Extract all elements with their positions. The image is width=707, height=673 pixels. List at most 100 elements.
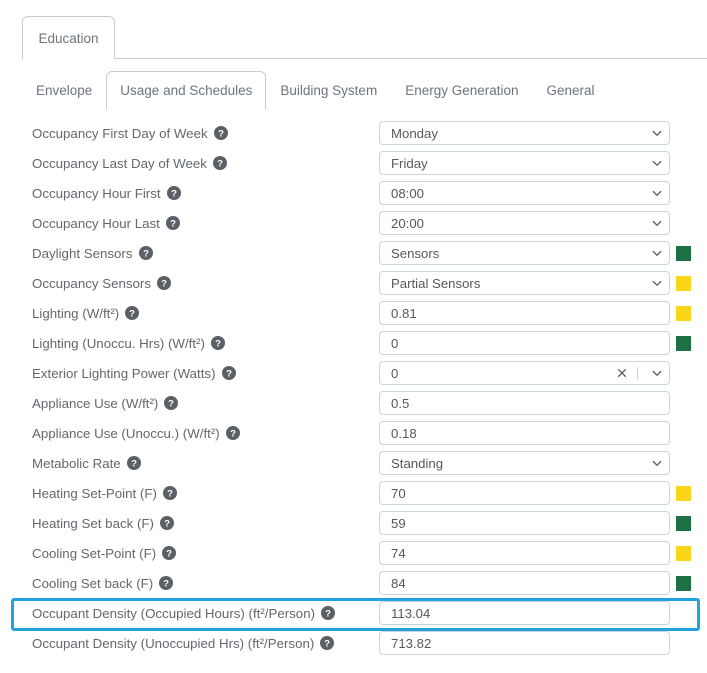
help-circle-icon[interactable]: ? — [159, 516, 174, 530]
field-value: 0.18 — [391, 425, 417, 441]
help-circle-icon[interactable]: ? — [157, 276, 171, 290]
help-circle-icon[interactable]: ? — [126, 456, 141, 470]
status-swatch-yellow — [676, 546, 691, 561]
svg-text:?: ? — [166, 549, 172, 560]
input-appliance-use-unoccu-w-ft2[interactable]: 0.18 — [379, 421, 670, 445]
input-lighting-w-ft2[interactable]: 0.81 — [379, 301, 670, 325]
chevron-down-icon[interactable] — [651, 157, 663, 169]
chevron-down-icon[interactable] — [651, 277, 663, 289]
svg-text:?: ? — [170, 219, 176, 230]
input-cooling-set-point-f[interactable]: 74 — [379, 541, 670, 565]
select-occupancy-first-day-of-week[interactable]: Monday — [379, 121, 670, 145]
input-heating-set-point-f[interactable]: 70 — [379, 481, 670, 505]
select-occupancy-hour-last[interactable]: 20:00 — [379, 211, 670, 235]
help-circle-icon[interactable]: ? — [125, 306, 140, 320]
inner-tab-building-system[interactable]: Building System — [266, 71, 391, 110]
select-occupancy-last-day-of-week[interactable]: Friday — [379, 151, 670, 175]
chevron-down-icon[interactable] — [651, 217, 663, 229]
label-occupancy-hour-last: Occupancy Hour Last? — [32, 208, 180, 238]
help-circle-icon[interactable]: ? — [138, 246, 153, 260]
chevron-down-icon[interactable] — [651, 457, 663, 469]
inner-tab-label: Usage and Schedules — [120, 83, 253, 98]
field-value: 20:00 — [391, 215, 425, 231]
svg-text:?: ? — [168, 399, 174, 410]
select-metabolic-rate[interactable]: Standing — [379, 451, 670, 475]
chevron-down-icon[interactable] — [651, 127, 663, 139]
svg-text:?: ? — [218, 129, 224, 140]
svg-text:?: ? — [217, 159, 223, 170]
input-occupant-density-occupied-hours-ft2-person[interactable]: 113.04 — [379, 601, 670, 625]
field-value: Friday — [391, 155, 428, 171]
label-text: Heating Set-Point (F) — [32, 485, 157, 501]
field-value: 113.04 — [391, 605, 431, 621]
input-appliance-use-w-ft2[interactable]: 0.5 — [379, 391, 670, 415]
help-circle-icon[interactable]: ? — [225, 426, 240, 440]
select-occupancy-hour-first[interactable]: 08:00 — [379, 181, 670, 205]
chevron-down-icon[interactable] — [651, 367, 663, 379]
label-cooling-set-back-f: Cooling Set back (F)? — [32, 568, 174, 598]
input-heating-set-back-f[interactable]: 59 — [379, 511, 670, 535]
help-circle-icon[interactable]: ? — [213, 126, 228, 140]
field-value: Partial Sensors — [391, 275, 481, 291]
inner-tab-strip: Envelope Usage and Schedules Building Syst… — [22, 71, 682, 110]
chevron-down-icon[interactable] — [651, 187, 663, 199]
close-x-icon[interactable] — [616, 367, 628, 379]
help-circle-icon[interactable]: ? — [164, 396, 179, 410]
label-occupancy-first-day-of-week: Occupancy First Day of Week? — [32, 118, 228, 148]
settings-form: Occupancy First Day of Week? Monday Occupa… — [0, 118, 707, 658]
svg-text:?: ? — [230, 429, 236, 440]
help-circle-icon[interactable]: ? — [221, 366, 236, 380]
label-text: Lighting (W/ft²) — [32, 305, 120, 321]
label-text: Occupancy First Day of Week — [32, 125, 208, 141]
help-circle-icon[interactable]: ? — [165, 216, 180, 230]
status-swatch-green — [676, 516, 691, 531]
field-value: 59 — [391, 515, 406, 531]
field-value: 0.81 — [391, 305, 417, 321]
form-row: Appliance Use (Unoccu.) (W/ft²)? 0.18 — [0, 418, 707, 448]
input-lighting-unoccu-hrs-w-ft2[interactable]: 0 — [379, 331, 670, 355]
field-value: Standing — [391, 455, 444, 471]
form-row: Lighting (Unoccu. Hrs) (W/ft²)? 0 — [0, 328, 707, 358]
inner-tab-label: Envelope — [36, 83, 93, 98]
input-cooling-set-back-f[interactable]: 84 — [379, 571, 670, 595]
tab-education[interactable]: Education — [22, 16, 115, 59]
form-row: Occupancy Last Day of Week? Friday — [0, 148, 707, 178]
form-row: Occupancy Hour First? 08:00 — [0, 178, 707, 208]
select-daylight-sensors[interactable]: Sensors — [379, 241, 670, 265]
help-circle-icon[interactable]: ? — [162, 546, 177, 560]
chevron-down-icon[interactable] — [651, 247, 663, 259]
tab-education-label: Education — [38, 30, 99, 46]
svg-text:?: ? — [163, 579, 169, 590]
label-daylight-sensors: Daylight Sensors? — [32, 238, 153, 268]
label-text: Lighting (Unoccu. Hrs) (W/ft²) — [32, 335, 205, 351]
inner-tab-usage-and-schedules[interactable]: Usage and Schedules — [106, 71, 267, 110]
help-circle-icon[interactable]: ? — [159, 576, 174, 590]
inner-tab-general[interactable]: General — [533, 71, 609, 110]
svg-text:?: ? — [131, 459, 137, 470]
inner-tab-energy-generation[interactable]: Energy Generation — [391, 71, 532, 110]
form-row: Metabolic Rate? Standing — [0, 448, 707, 478]
svg-text:?: ? — [143, 249, 149, 260]
inner-tab-label: Building System — [280, 83, 378, 98]
svg-text:?: ? — [161, 279, 167, 290]
help-circle-icon[interactable]: ? — [321, 606, 336, 620]
help-circle-icon[interactable]: ? — [166, 186, 181, 200]
inner-tab-envelope[interactable]: Envelope — [22, 71, 106, 110]
field-value: 84 — [391, 575, 406, 591]
outer-tab-strip: Education — [0, 0, 707, 59]
field-value: 0 — [391, 365, 399, 381]
status-swatch-yellow — [676, 276, 691, 291]
svg-text:?: ? — [325, 609, 331, 620]
select-exterior-lighting-power-watts[interactable]: 0 — [379, 361, 670, 385]
field-value: 74 — [391, 545, 406, 561]
help-circle-icon[interactable]: ? — [212, 156, 227, 170]
help-circle-icon[interactable]: ? — [210, 336, 225, 350]
form-row: Heating Set back (F)? 59 — [0, 508, 707, 538]
input-occupant-density-unoccupied-hrs-ft2-person[interactable]: 713.82 — [379, 631, 670, 655]
help-circle-icon[interactable]: ? — [320, 636, 335, 650]
help-circle-icon[interactable]: ? — [162, 486, 177, 500]
label-occupancy-last-day-of-week: Occupancy Last Day of Week? — [32, 148, 227, 178]
field-value: Sensors — [391, 245, 440, 261]
select-occupancy-sensors[interactable]: Partial Sensors — [379, 271, 670, 295]
svg-text:?: ? — [164, 519, 170, 530]
